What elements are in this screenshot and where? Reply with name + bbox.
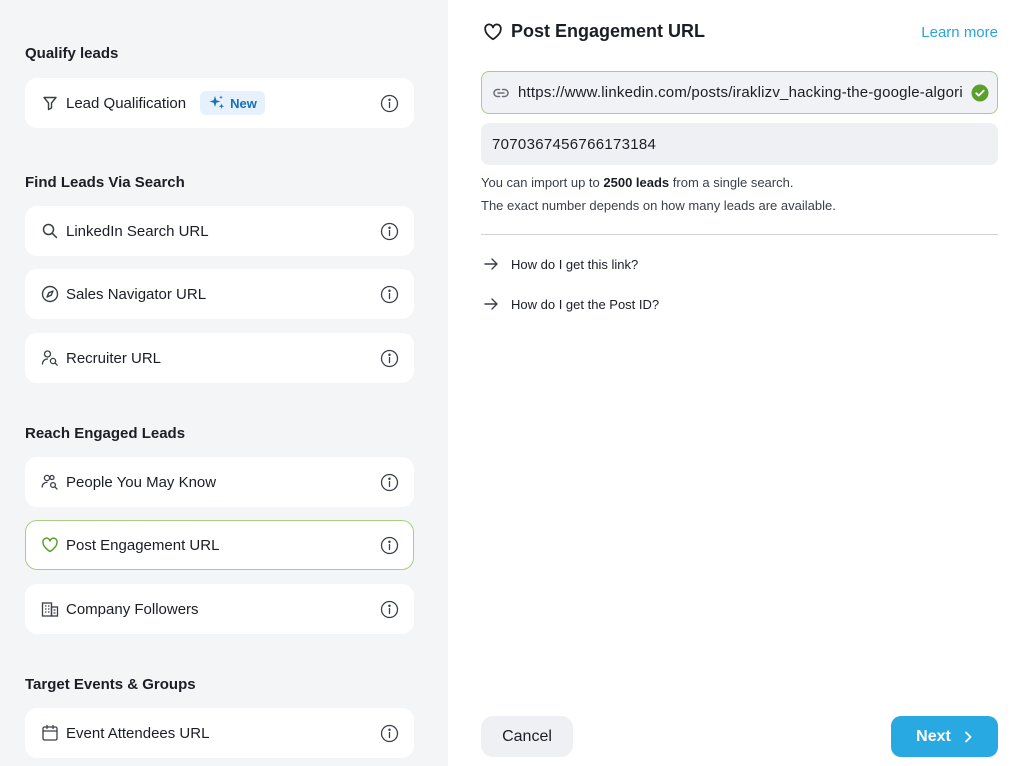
learn-more-link[interactable]: Learn more bbox=[921, 24, 998, 41]
info-icon[interactable] bbox=[380, 94, 399, 113]
sidebar-item-company-followers[interactable]: Company Followers bbox=[25, 584, 414, 634]
sidebar-item-sales-navigator[interactable]: Sales Navigator URL bbox=[25, 269, 414, 319]
sidebar-item-linkedin-search[interactable]: LinkedIn Search URL bbox=[25, 206, 414, 256]
sidebar-item-label: Company Followers bbox=[66, 600, 199, 618]
help-suffix: from a single search. bbox=[669, 175, 794, 190]
source-sidebar: Qualify leads Lead Qualification New Fin… bbox=[0, 0, 448, 766]
sidebar-item-label: Lead Qualification bbox=[66, 94, 187, 112]
new-badge: New bbox=[200, 91, 265, 115]
chevron-right-icon bbox=[963, 731, 973, 743]
post-id-input[interactable] bbox=[490, 134, 989, 154]
page-title: Post Engagement URL bbox=[511, 21, 706, 41]
sidebar-item-label: Post Engagement URL bbox=[66, 536, 220, 554]
sidebar-item-label: Event Attendees URL bbox=[66, 724, 210, 742]
filter-icon bbox=[41, 94, 59, 112]
cancel-button[interactable]: Cancel bbox=[481, 716, 573, 757]
user-search-icon bbox=[41, 349, 59, 367]
compass-icon bbox=[41, 285, 59, 303]
sidebar-item-label: Sales Navigator URL bbox=[66, 285, 207, 303]
arrow-right-icon bbox=[483, 256, 499, 272]
heart-icon bbox=[483, 22, 503, 42]
next-label: Next bbox=[916, 727, 951, 745]
sidebar-item-label: Recruiter URL bbox=[66, 349, 162, 367]
section-title-qualify: Qualify leads bbox=[25, 45, 119, 62]
heart-icon bbox=[41, 536, 59, 554]
sidebar-item-label: LinkedIn Search URL bbox=[66, 222, 209, 240]
sparkle-icon bbox=[208, 94, 226, 112]
detail-panel: Post Engagement URL Learn more You can i… bbox=[448, 0, 1024, 766]
section-title-engaged: Reach Engaged Leads bbox=[25, 425, 186, 442]
search-icon bbox=[41, 222, 59, 240]
sidebar-item-post-engagement[interactable]: Post Engagement URL bbox=[25, 520, 414, 570]
badge-label: New bbox=[230, 95, 257, 111]
link-icon bbox=[492, 84, 510, 102]
faq-label: How do I get this link? bbox=[511, 256, 639, 272]
sidebar-item-recruiter[interactable]: Recruiter URL bbox=[25, 333, 414, 383]
calendar-icon bbox=[41, 724, 59, 742]
faq-get-link[interactable]: How do I get this link? bbox=[483, 256, 638, 272]
info-icon[interactable] bbox=[380, 222, 399, 241]
sidebar-item-label: People You May Know bbox=[66, 473, 217, 491]
post-id-field[interactable] bbox=[481, 123, 998, 165]
arrow-right-icon bbox=[483, 296, 499, 312]
sidebar-item-event-attendees[interactable]: Event Attendees URL bbox=[25, 708, 414, 758]
info-icon[interactable] bbox=[380, 536, 399, 555]
faq-get-post-id[interactable]: How do I get the Post ID? bbox=[483, 296, 659, 312]
sidebar-item-lead-qualification[interactable]: Lead Qualification New bbox=[25, 78, 414, 128]
users-search-icon bbox=[41, 473, 59, 491]
post-url-input[interactable] bbox=[516, 83, 965, 102]
info-icon[interactable] bbox=[380, 473, 399, 492]
next-button[interactable]: Next bbox=[891, 716, 998, 757]
import-limit-text: You can import up to 2500 leads from a s… bbox=[481, 175, 793, 190]
building-icon bbox=[41, 600, 59, 618]
sidebar-item-people-you-may-know[interactable]: People You May Know bbox=[25, 457, 414, 507]
divider bbox=[481, 234, 998, 235]
availability-text: The exact number depends on how many lea… bbox=[481, 198, 836, 213]
info-icon[interactable] bbox=[380, 285, 399, 304]
panel-header: Post Engagement URL bbox=[483, 21, 705, 42]
section-title-search: Find Leads Via Search bbox=[25, 174, 185, 191]
faq-label: How do I get the Post ID? bbox=[511, 296, 660, 312]
info-icon[interactable] bbox=[380, 724, 399, 743]
info-icon[interactable] bbox=[380, 349, 399, 368]
help-prefix: You can import up to bbox=[481, 175, 604, 190]
info-icon[interactable] bbox=[380, 600, 399, 619]
help-limit: 2500 leads bbox=[603, 175, 670, 190]
section-title-events: Target Events & Groups bbox=[25, 676, 196, 693]
valid-check-icon bbox=[971, 84, 989, 102]
post-url-field[interactable] bbox=[481, 71, 998, 114]
